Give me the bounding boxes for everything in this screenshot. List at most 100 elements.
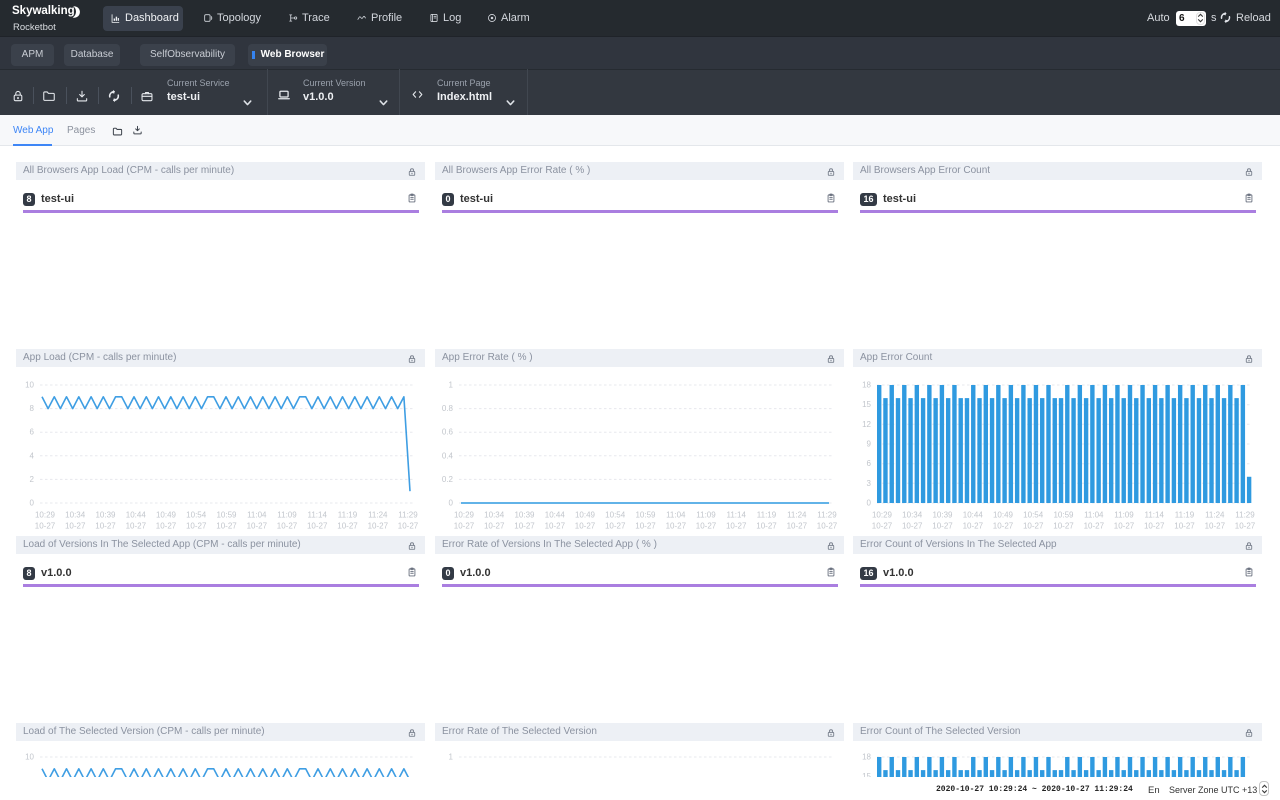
svg-text:10:39: 10:39 bbox=[932, 511, 953, 520]
svg-text:11:09: 11:09 bbox=[1114, 511, 1134, 520]
svg-text:10-27: 10-27 bbox=[666, 522, 687, 531]
svg-text:10-27: 10-27 bbox=[216, 522, 237, 531]
svg-text:10-27: 10-27 bbox=[545, 522, 566, 531]
svg-text:10-27: 10-27 bbox=[817, 522, 838, 531]
svg-text:10-27: 10-27 bbox=[1023, 522, 1044, 531]
svg-text:10:59: 10:59 bbox=[216, 511, 237, 520]
svg-text:10-27: 10-27 bbox=[307, 522, 328, 531]
svg-text:2: 2 bbox=[30, 475, 35, 484]
svg-text:10-27: 10-27 bbox=[514, 522, 535, 531]
svg-text:10-27: 10-27 bbox=[484, 522, 505, 531]
svg-text:3: 3 bbox=[867, 479, 872, 488]
svg-text:10-27: 10-27 bbox=[186, 522, 207, 531]
svg-text:10-27: 10-27 bbox=[963, 522, 984, 531]
svg-text:4: 4 bbox=[30, 451, 35, 460]
svg-text:11:24: 11:24 bbox=[1205, 511, 1225, 520]
svg-text:10-27: 10-27 bbox=[337, 522, 358, 531]
svg-text:0: 0 bbox=[449, 499, 454, 508]
svg-text:10:59: 10:59 bbox=[635, 511, 656, 520]
svg-text:0.4: 0.4 bbox=[442, 451, 454, 460]
svg-text:11:29: 11:29 bbox=[817, 511, 837, 520]
svg-text:11:04: 11:04 bbox=[1084, 511, 1104, 520]
svg-text:10-27: 10-27 bbox=[454, 522, 475, 531]
svg-text:11:24: 11:24 bbox=[368, 511, 388, 520]
svg-text:10: 10 bbox=[25, 753, 34, 762]
svg-text:11:29: 11:29 bbox=[1235, 511, 1255, 520]
svg-text:10-27: 10-27 bbox=[756, 522, 777, 531]
svg-text:11:29: 11:29 bbox=[398, 511, 418, 520]
svg-text:10-27: 10-27 bbox=[1053, 522, 1074, 531]
svg-text:0.8: 0.8 bbox=[442, 404, 454, 413]
svg-text:11:14: 11:14 bbox=[307, 511, 327, 520]
svg-text:10-27: 10-27 bbox=[1205, 522, 1226, 531]
svg-text:0.2: 0.2 bbox=[442, 475, 454, 484]
svg-text:10-27: 10-27 bbox=[126, 522, 147, 531]
svg-text:10-27: 10-27 bbox=[787, 522, 808, 531]
svg-text:10:49: 10:49 bbox=[575, 511, 596, 520]
svg-text:1: 1 bbox=[449, 381, 454, 390]
svg-text:9: 9 bbox=[867, 440, 872, 449]
svg-text:10-27: 10-27 bbox=[156, 522, 177, 531]
svg-text:8: 8 bbox=[30, 404, 35, 413]
svg-text:11:09: 11:09 bbox=[696, 511, 716, 520]
svg-text:10-27: 10-27 bbox=[1114, 522, 1135, 531]
svg-text:10:49: 10:49 bbox=[156, 511, 177, 520]
svg-text:10:29: 10:29 bbox=[454, 511, 475, 520]
svg-text:10-27: 10-27 bbox=[635, 522, 656, 531]
svg-text:10-27: 10-27 bbox=[65, 522, 86, 531]
svg-text:10-27: 10-27 bbox=[35, 522, 56, 531]
svg-text:11:24: 11:24 bbox=[787, 511, 807, 520]
svg-text:10-27: 10-27 bbox=[605, 522, 626, 531]
svg-text:10:29: 10:29 bbox=[872, 511, 893, 520]
svg-text:11:04: 11:04 bbox=[666, 511, 686, 520]
svg-text:11:19: 11:19 bbox=[338, 511, 358, 520]
svg-text:10-27: 10-27 bbox=[1174, 522, 1195, 531]
svg-text:0: 0 bbox=[30, 499, 35, 508]
svg-text:6: 6 bbox=[867, 459, 872, 468]
svg-text:10-27: 10-27 bbox=[993, 522, 1014, 531]
svg-text:11:14: 11:14 bbox=[726, 511, 746, 520]
svg-text:10:39: 10:39 bbox=[514, 511, 535, 520]
svg-text:10:59: 10:59 bbox=[1053, 511, 1074, 520]
svg-text:10-27: 10-27 bbox=[932, 522, 953, 531]
svg-text:10-27: 10-27 bbox=[575, 522, 596, 531]
svg-text:10-27: 10-27 bbox=[1144, 522, 1165, 531]
svg-text:10:54: 10:54 bbox=[1023, 511, 1044, 520]
svg-text:10:39: 10:39 bbox=[95, 511, 116, 520]
svg-text:10:34: 10:34 bbox=[65, 511, 86, 520]
svg-text:6: 6 bbox=[30, 428, 35, 437]
svg-text:10-27: 10-27 bbox=[902, 522, 923, 531]
svg-text:15: 15 bbox=[862, 400, 871, 409]
svg-text:0.6: 0.6 bbox=[442, 428, 454, 437]
svg-text:10:44: 10:44 bbox=[126, 511, 147, 520]
svg-text:11:19: 11:19 bbox=[1175, 511, 1195, 520]
svg-text:1: 1 bbox=[449, 753, 454, 762]
svg-text:11:14: 11:14 bbox=[1144, 511, 1164, 520]
svg-text:10: 10 bbox=[25, 381, 34, 390]
svg-text:10:49: 10:49 bbox=[993, 511, 1014, 520]
svg-text:10-27: 10-27 bbox=[1235, 522, 1256, 531]
svg-text:11:04: 11:04 bbox=[247, 511, 267, 520]
svg-text:10-27: 10-27 bbox=[247, 522, 268, 531]
svg-text:10:29: 10:29 bbox=[35, 511, 56, 520]
svg-text:11:09: 11:09 bbox=[277, 511, 297, 520]
svg-text:10-27: 10-27 bbox=[95, 522, 116, 531]
svg-text:10:54: 10:54 bbox=[605, 511, 626, 520]
svg-text:10-27: 10-27 bbox=[398, 522, 419, 531]
svg-text:10:34: 10:34 bbox=[484, 511, 505, 520]
svg-text:10-27: 10-27 bbox=[726, 522, 747, 531]
svg-text:18: 18 bbox=[862, 753, 871, 762]
svg-text:10:44: 10:44 bbox=[963, 511, 984, 520]
svg-text:12: 12 bbox=[862, 420, 871, 429]
svg-text:10-27: 10-27 bbox=[277, 522, 298, 531]
svg-text:10-27: 10-27 bbox=[1084, 522, 1105, 531]
svg-text:11:19: 11:19 bbox=[757, 511, 777, 520]
svg-text:10-27: 10-27 bbox=[368, 522, 389, 531]
svg-text:10:44: 10:44 bbox=[545, 511, 566, 520]
svg-text:10:54: 10:54 bbox=[186, 511, 207, 520]
svg-text:0: 0 bbox=[867, 499, 872, 508]
svg-text:18: 18 bbox=[862, 381, 871, 390]
svg-text:10-27: 10-27 bbox=[872, 522, 893, 531]
svg-text:10-27: 10-27 bbox=[696, 522, 717, 531]
svg-text:10:34: 10:34 bbox=[902, 511, 923, 520]
